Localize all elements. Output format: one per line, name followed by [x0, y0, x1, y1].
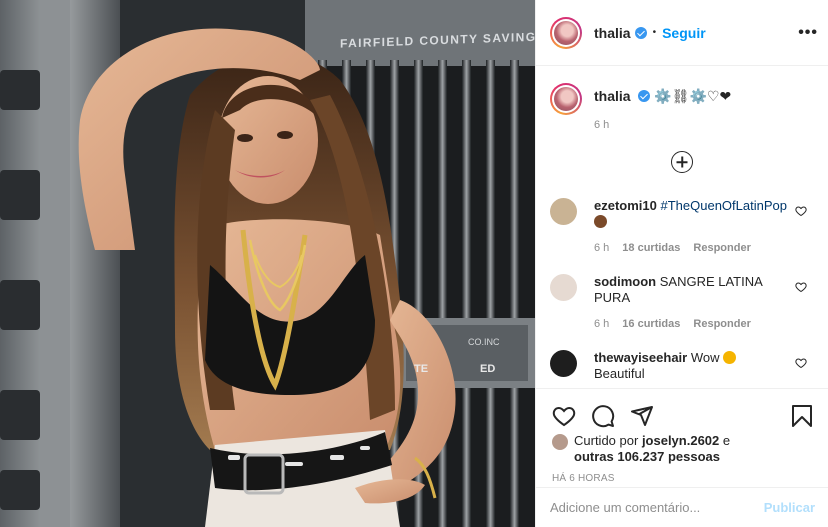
comment-item: thewayiseehair Wow Beautiful [536, 350, 828, 382]
comment-list: ezetomi10 #TheQuenOfLatinPop 6 h 18 curt… [536, 188, 828, 386]
post-caption: thalia ⚙️⛓⚙️♡❤ 6 h [536, 66, 828, 131]
star-eyes-emoji-icon [723, 351, 737, 364]
comment-item: ezetomi10 #TheQuenOfLatinPop 6 h 18 curt… [536, 198, 828, 254]
muscle-emoji-icon [594, 215, 607, 228]
comment-time[interactable]: 6 h [594, 318, 609, 330]
plus-circle-icon[interactable] [671, 151, 693, 173]
share-send-icon[interactable] [630, 404, 654, 428]
post-timestamp[interactable]: HÁ 6 HORAS [536, 465, 828, 484]
comment-username[interactable]: sodimoon [594, 274, 656, 289]
caption-text: ⚙️⛓⚙️♡❤ [654, 88, 732, 104]
post-sidebar: thalia • Seguir ••• thalia ⚙️⛓⚙️♡❤ 6 h e… [535, 0, 828, 527]
author-username[interactable]: thalia [594, 25, 631, 41]
post-actions: Curtido por joselyn.2602 e outras 106.23… [536, 388, 828, 488]
follow-button[interactable]: Seguir [662, 25, 706, 41]
comment-likes[interactable]: 16 curtidas [622, 318, 680, 330]
comment-username[interactable]: ezetomi10 [594, 198, 657, 213]
caption-avatar[interactable] [550, 83, 582, 115]
plaque-line1: CO.INC [468, 337, 500, 347]
likes-others[interactable]: outras 106.237 pessoas [574, 449, 720, 464]
post-photo[interactable]: CO.INC TE ED FAIRFIELD COUNTY SAVINGS [0, 0, 535, 527]
comment-input[interactable] [550, 500, 764, 515]
post-header: thalia • Seguir ••• [536, 0, 828, 66]
separator-dot: • [652, 27, 657, 38]
comment-like-heart-icon[interactable] [795, 205, 807, 217]
verified-badge-icon [638, 90, 651, 102]
comment-like-heart-icon[interactable] [795, 357, 807, 369]
comment-item: sodimoon SANGRE LATINA PURA 6 h 16 curti… [536, 274, 828, 330]
plaque-line3: ED [480, 363, 495, 375]
commenter-avatar[interactable] [550, 274, 577, 301]
liker-username[interactable]: joselyn.2602 [642, 433, 719, 448]
comment-text-2: Beautiful [594, 366, 645, 381]
save-bookmark-icon[interactable] [791, 404, 813, 428]
photo-illustration: CO.INC TE ED [0, 0, 535, 527]
like-heart-icon[interactable] [552, 404, 576, 428]
commenter-avatar[interactable] [550, 350, 577, 377]
caption-time[interactable]: 6 h [594, 119, 731, 131]
commenter-avatar[interactable] [550, 198, 577, 225]
load-more-comments[interactable] [536, 151, 828, 173]
liker-avatar[interactable] [552, 434, 568, 450]
reply-button[interactable]: Responder [693, 318, 750, 330]
comment-hashtag[interactable]: #TheQuenOfLatinPop [661, 198, 787, 213]
caption-username[interactable]: thalia [594, 88, 631, 104]
likes-prefix: Curtido por [574, 433, 639, 448]
comment-bubble-icon[interactable] [591, 404, 615, 428]
publish-button[interactable]: Publicar [764, 500, 815, 515]
likes-summary: Curtido por joselyn.2602 e outras 106.23… [536, 433, 828, 465]
add-comment-bar: Publicar [536, 487, 828, 527]
likes-suffix: e [722, 433, 731, 448]
post-view: CO.INC TE ED FAIRFIELD COUNTY SAVINGS th… [0, 0, 828, 527]
verified-badge-icon [634, 26, 647, 39]
plaque-line2: TE [414, 363, 428, 375]
more-options-icon[interactable]: ••• [798, 24, 818, 42]
reply-button[interactable]: Responder [693, 242, 750, 254]
author-avatar[interactable] [550, 16, 582, 49]
comment-time[interactable]: 6 h [594, 242, 609, 254]
comment-username[interactable]: thewayiseehair [594, 350, 687, 365]
comment-like-heart-icon[interactable] [795, 281, 807, 293]
comment-text: Wow [690, 350, 720, 365]
comment-likes[interactable]: 18 curtidas [622, 242, 680, 254]
